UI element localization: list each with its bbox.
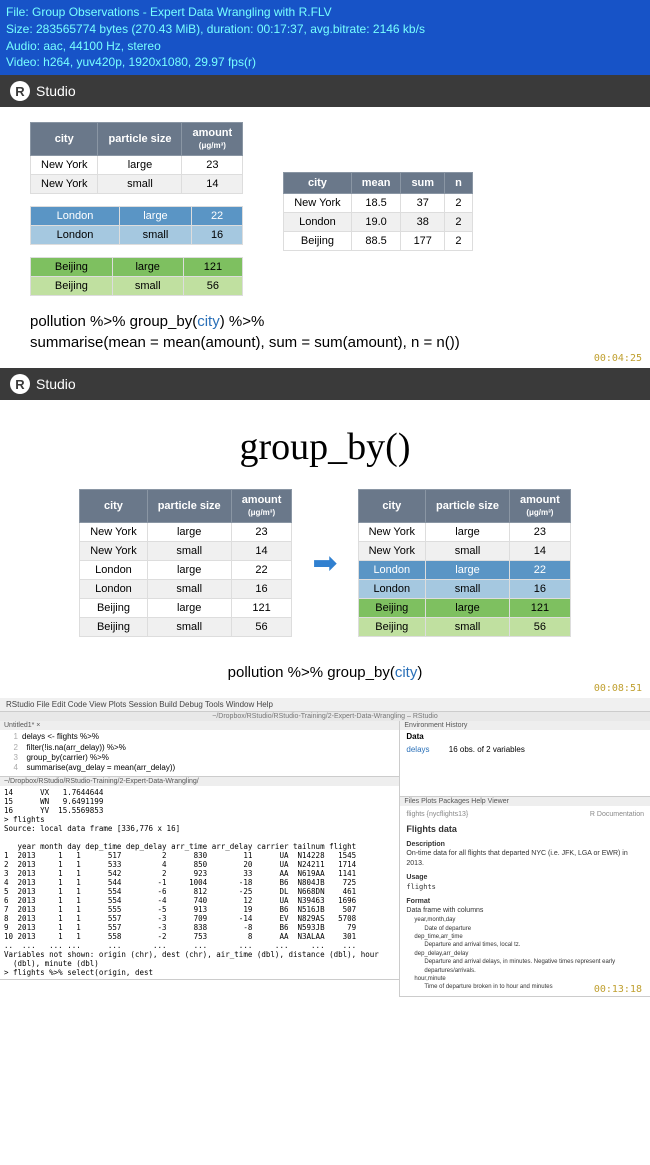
source-pane[interactable]: Untitled1* × 1delays <- flights %>% 2 fi… [0,721,399,777]
rstudio-titlebar: R Studio [0,75,650,107]
help-title: Flights data [406,823,644,836]
slide-title: group_by() [30,425,620,469]
table-row: Beijingsmall56 [31,277,243,296]
code-block: pollution %>% group_by(city) [30,662,620,683]
table-row: Londonsmall16 [80,580,292,599]
table-row: New Yorksmall14 [80,542,292,561]
table-row: Londonsmall16 [358,580,570,599]
table-row: Beijinglarge121 [80,599,292,618]
table-row: Londonlarge22 [358,561,570,580]
timestamp: 00:13:18 [594,984,642,995]
help-pane[interactable]: Files Plots Packages Help Viewer flights… [400,797,650,996]
slide-groupby: group_by() cityparticle sizeamount(μg/m³… [0,400,650,698]
table-row: Beijingsmall56 [358,618,570,637]
table-row: New Yorklarge23 [80,523,292,542]
env-header: Data [400,730,650,743]
env-tabs[interactable]: Environment History [400,721,650,730]
arrow-icon: ➡ [312,546,337,581]
env-row[interactable]: delays 16 obs. of 2 variables [400,743,650,756]
table-row: New Yorklarge23 [358,523,570,542]
table-row: Londonlarge22 [31,207,243,226]
table-summary: citymeansumn New York18.5372 London19.03… [283,172,473,251]
table-row: New York18.5372 [284,194,473,213]
file-line: File: Group Observations - Expert Data W… [6,4,644,21]
video-line: Video: h264, yuv420p, 1920x1080, 29.97 f… [6,54,644,71]
table-before: cityparticle sizeamount(μg/m³) New Yorkl… [79,489,292,637]
rstudio-label: Studio [36,376,76,392]
audio-line: Audio: aac, 44100 Hz, stereo [6,38,644,55]
rstudio-ide: RStudio File Edit Code View Plots Sessio… [0,698,650,996]
source-tab[interactable]: Untitled1* × [0,721,399,730]
timestamp: 00:04:25 [594,353,642,364]
table-row: New Yorklarge23 [31,156,243,175]
code-block: pollution %>% group_by(city) %>% summari… [30,311,620,353]
menu-bar[interactable]: RStudio File Edit Code View Plots Sessio… [0,698,650,712]
source-editor[interactable]: 1delays <- flights %>% 2 filter(!is.na(a… [0,730,399,776]
rstudio-logo-icon: R [10,81,30,101]
table-row: Beijing88.51772 [284,232,473,251]
table-row: Londonsmall16 [31,226,243,245]
console-pane[interactable]: ~/Dropbox/RStudio/RStudio-Training/2-Exp… [0,777,399,980]
table-row: Beijingsmall56 [80,618,292,637]
slide-summarise: cityparticle sizeamount(μg/m³) New Yorkl… [0,107,650,368]
help-topic: flights {nycflights13} [406,810,468,820]
timestamp: 00:08:51 [594,683,642,694]
console-path: ~/Dropbox/RStudio/RStudio-Training/2-Exp… [0,777,399,786]
environment-pane[interactable]: Environment History Data delays 16 obs. … [400,721,650,797]
size-line: Size: 283565774 bytes (270.43 MiB), dura… [6,21,644,38]
rstudio-label: Studio [36,83,76,99]
media-info-overlay: File: Group Observations - Expert Data W… [0,0,650,75]
table-row: New Yorksmall14 [31,175,243,194]
table-row: New Yorksmall14 [358,542,570,561]
rstudio-logo-icon: R [10,374,30,394]
table-row: Beijinglarge121 [358,599,570,618]
console-output[interactable]: 14 VX 1.7644644 15 WN 9.6491199 16 YV 15… [0,786,399,979]
help-doc-label: R Documentation [590,810,644,820]
table-beijing: Beijinglarge121 Beijingsmall56 [30,257,243,296]
rstudio-titlebar: R Studio [0,368,650,400]
table-row: London19.0382 [284,213,473,232]
table-after: cityparticle sizeamount(μg/m³) New Yorkl… [358,489,571,637]
table-row: Beijinglarge121 [31,258,243,277]
table-row: Londonlarge22 [80,561,292,580]
table-nyc: cityparticle sizeamount(μg/m³) New Yorkl… [30,122,243,194]
help-tabs[interactable]: Files Plots Packages Help Viewer [400,797,650,806]
window-title: ~/Dropbox/RStudio/RStudio-Training/2-Exp… [0,712,650,721]
table-london: Londonlarge22 Londonsmall16 [30,206,243,245]
